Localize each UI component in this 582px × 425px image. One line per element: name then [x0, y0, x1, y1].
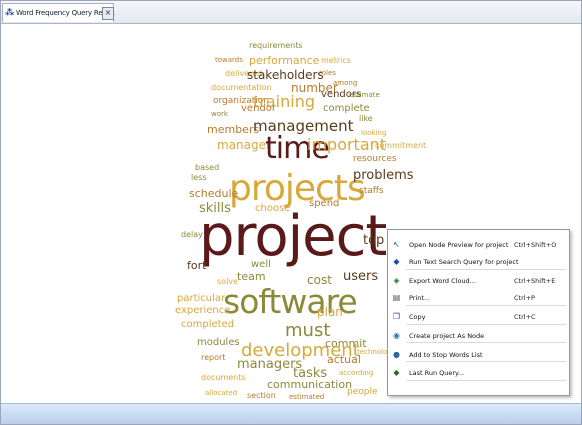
- cloud-word[interactable]: members: [207, 124, 259, 135]
- cloud-word[interactable]: estimated: [289, 394, 324, 401]
- cloud-word[interactable]: must: [285, 322, 330, 340]
- menu-separator: [406, 342, 566, 343]
- cloud-word[interactable]: like: [359, 115, 373, 123]
- menu-separator: [406, 361, 566, 362]
- cloud-word[interactable]: complete: [323, 104, 370, 114]
- menu-item-label: Run Text Search Query for project: [409, 258, 519, 266]
- create-node-icon: ◉: [393, 331, 400, 340]
- context-menu: ↖ Open Node Preview for project Ctrl+Shift…: [387, 229, 570, 396]
- cloud-word[interactable]: allocated: [205, 390, 237, 397]
- menu-item-label: Export Word Cloud...: [409, 277, 476, 285]
- cloud-word[interactable]: fort: [187, 260, 206, 271]
- menu-item-label: Last Run Query...: [409, 369, 465, 377]
- cloud-word[interactable]: towards: [215, 57, 243, 64]
- cloud-word[interactable]: modules: [197, 338, 240, 348]
- query-result-icon: ⁂: [5, 8, 15, 18]
- cloud-word[interactable]: projects: [229, 171, 366, 207]
- copy-icon: ❐: [392, 312, 401, 321]
- menu-separator: [406, 380, 566, 381]
- menu-item-label: Create project As Node: [409, 332, 485, 340]
- close-icon[interactable]: ×: [102, 7, 114, 20]
- cloud-word[interactable]: according: [339, 370, 373, 377]
- cloud-word[interactable]: report: [201, 354, 225, 362]
- menu-separator: [406, 324, 566, 325]
- cloud-word[interactable]: team: [237, 271, 266, 282]
- menu-item-label: Copy: [409, 313, 426, 321]
- cloud-word[interactable]: section: [247, 392, 276, 400]
- cloud-word[interactable]: experience: [175, 306, 230, 316]
- cloud-word[interactable]: manager: [217, 139, 271, 151]
- cloud-word[interactable]: staffs: [359, 187, 384, 196]
- cloud-word[interactable]: performance: [249, 55, 319, 66]
- cloud-word[interactable]: resources: [353, 155, 397, 164]
- tab-word-frequency-query-result[interactable]: ⁂ Word Frequency Query Result ×: [2, 3, 115, 22]
- menu-item-label: Open Node Preview for project: [409, 241, 509, 249]
- status-bar: [1, 403, 581, 424]
- cloud-word[interactable]: documents: [201, 374, 246, 382]
- cloud-word[interactable]: delay: [181, 231, 203, 239]
- cloud-word[interactable]: well: [251, 260, 271, 270]
- cloud-word[interactable]: requirements: [249, 42, 303, 50]
- cloud-word[interactable]: actual: [327, 354, 361, 365]
- cloud-word[interactable]: documentation: [211, 84, 272, 92]
- menu-item-print[interactable]: ▤ Print... Ctrl+P: [388, 289, 569, 306]
- cloud-word[interactable]: schedule: [189, 188, 238, 199]
- cloud-word[interactable]: project: [199, 209, 387, 265]
- menu-separator: [406, 305, 566, 306]
- cloud-word[interactable]: plan: [317, 306, 343, 318]
- cloud-word[interactable]: completed: [181, 320, 234, 330]
- menu-item-shortcut: Ctrl+C: [514, 313, 536, 321]
- export-icon: ◈: [393, 276, 400, 285]
- menu-item-export[interactable]: ◈ Export Word Cloud... Ctrl+Shift+E: [388, 272, 569, 289]
- query-icon: ◆: [393, 257, 400, 266]
- tab-label: Word Frequency Query Result: [16, 9, 115, 17]
- menu-item-shortcut: Ctrl+Shift+O: [514, 241, 557, 249]
- cloud-word[interactable]: problems: [353, 169, 414, 182]
- menu-item-preview[interactable]: ↖ Open Node Preview for project Ctrl+Shift…: [388, 236, 569, 253]
- last-query-icon: ◆: [393, 368, 400, 377]
- cloud-word[interactable]: top: [363, 234, 384, 247]
- cloud-word[interactable]: roles: [319, 70, 336, 77]
- query-result-window: ⁂ Word Frequency Query Result × requirem…: [0, 0, 582, 425]
- cloud-word[interactable]: stakeholders: [247, 69, 324, 81]
- menu-item-label: Print...: [409, 294, 431, 302]
- cloud-word[interactable]: particular: [177, 294, 225, 304]
- menu-item-last-query[interactable]: ◆ Last Run Query...: [388, 364, 569, 381]
- menu-item-label: Add to Stop Words List: [409, 351, 483, 359]
- cloud-word[interactable]: communication: [267, 379, 352, 390]
- menu-separator: [406, 269, 566, 270]
- cloud-word[interactable]: people: [347, 388, 378, 397]
- cloud-word[interactable]: vendor: [241, 104, 276, 114]
- cloud-word[interactable]: based: [195, 164, 219, 172]
- menu-item-shortcut: Ctrl+Shift+E: [514, 277, 556, 285]
- menu-item-copy[interactable]: ❐ Copy Ctrl+C: [388, 308, 569, 325]
- cloud-word[interactable]: metrics: [321, 57, 351, 65]
- cloud-word[interactable]: less: [191, 174, 206, 182]
- menu-item-query[interactable]: ◆ Run Text Search Query for project: [388, 253, 569, 270]
- stop-words-icon: ●: [393, 350, 400, 359]
- tab-bar: ⁂ Word Frequency Query Result ×: [1, 1, 581, 24]
- cloud-word[interactable]: commitment: [375, 142, 426, 150]
- menu-item-shortcut: Ctrl+P: [514, 294, 535, 302]
- print-icon: ▤: [392, 293, 401, 302]
- cloud-word[interactable]: work: [211, 111, 228, 118]
- cloud-word[interactable]: estimate: [349, 92, 380, 99]
- preview-icon: ↖: [393, 240, 400, 249]
